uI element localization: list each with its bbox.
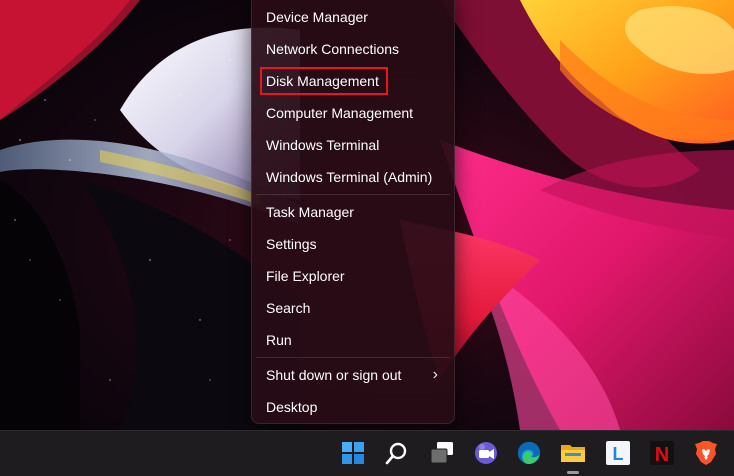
- menu-item-disk-management[interactable]: Disk Management: [252, 65, 454, 97]
- menu-item-windows-terminal[interactable]: Windows Terminal: [252, 129, 454, 161]
- menu-item-label: Windows Terminal (Admin): [266, 169, 433, 185]
- menu-item-computer-management[interactable]: Computer Management: [252, 97, 454, 129]
- menu-item-label: Disk Management: [266, 73, 379, 89]
- menu-item-network-connections[interactable]: Network Connections: [252, 33, 454, 65]
- netflix-letter: N: [655, 444, 669, 466]
- running-indicator: [567, 471, 579, 474]
- menu-item-file-explorer[interactable]: File Explorer: [252, 260, 454, 292]
- menu-item-label: Windows Terminal: [266, 137, 380, 153]
- taskbar: L N: [0, 430, 734, 476]
- menu-item-label: File Explorer: [266, 268, 345, 284]
- netflix-icon[interactable]: N: [648, 439, 676, 467]
- menu-separator: [256, 194, 450, 195]
- menu-item-device-manager[interactable]: Device Manager: [252, 1, 454, 33]
- app-l-letter: L: [613, 444, 624, 464]
- search-icon[interactable]: [383, 439, 411, 467]
- chevron-right-icon: ›: [432, 366, 438, 383]
- menu-item-desktop[interactable]: Desktop: [252, 391, 454, 423]
- app-l-icon[interactable]: L: [604, 439, 632, 467]
- menu-item-label: Computer Management: [266, 105, 414, 121]
- file-explorer-icon[interactable]: [559, 439, 587, 474]
- menu-item-label: Device Manager: [266, 9, 368, 25]
- brave-icon[interactable]: [692, 439, 720, 467]
- desktop-screen: Device Manager Network Connections Disk …: [0, 0, 734, 476]
- menu-separator: [256, 357, 450, 358]
- menu-item-label: Run: [266, 332, 292, 348]
- windows-start-icon[interactable]: [339, 439, 367, 467]
- menu-item-task-manager[interactable]: Task Manager: [252, 196, 454, 228]
- menu-item-run[interactable]: Run: [252, 324, 454, 356]
- menu-item-shut-down-or-sign-out[interactable]: Shut down or sign out ›: [252, 359, 454, 391]
- task-view-icon[interactable]: [428, 439, 456, 467]
- menu-item-settings[interactable]: Settings: [252, 228, 454, 260]
- menu-item-windows-terminal-admin[interactable]: Windows Terminal (Admin): [252, 161, 454, 193]
- teams-chat-icon[interactable]: [472, 439, 500, 467]
- menu-item-label: Search: [266, 300, 311, 316]
- winx-context-menu: Device Manager Network Connections Disk …: [251, 0, 455, 424]
- menu-item-label: Task Manager: [266, 204, 354, 220]
- menu-item-label: Shut down or sign out: [266, 367, 402, 383]
- menu-item-label: Settings: [266, 236, 317, 252]
- menu-item-label: Network Connections: [266, 41, 400, 57]
- menu-item-label: Desktop: [266, 399, 318, 415]
- menu-item-search[interactable]: Search: [252, 292, 454, 324]
- edge-icon[interactable]: [515, 439, 543, 467]
